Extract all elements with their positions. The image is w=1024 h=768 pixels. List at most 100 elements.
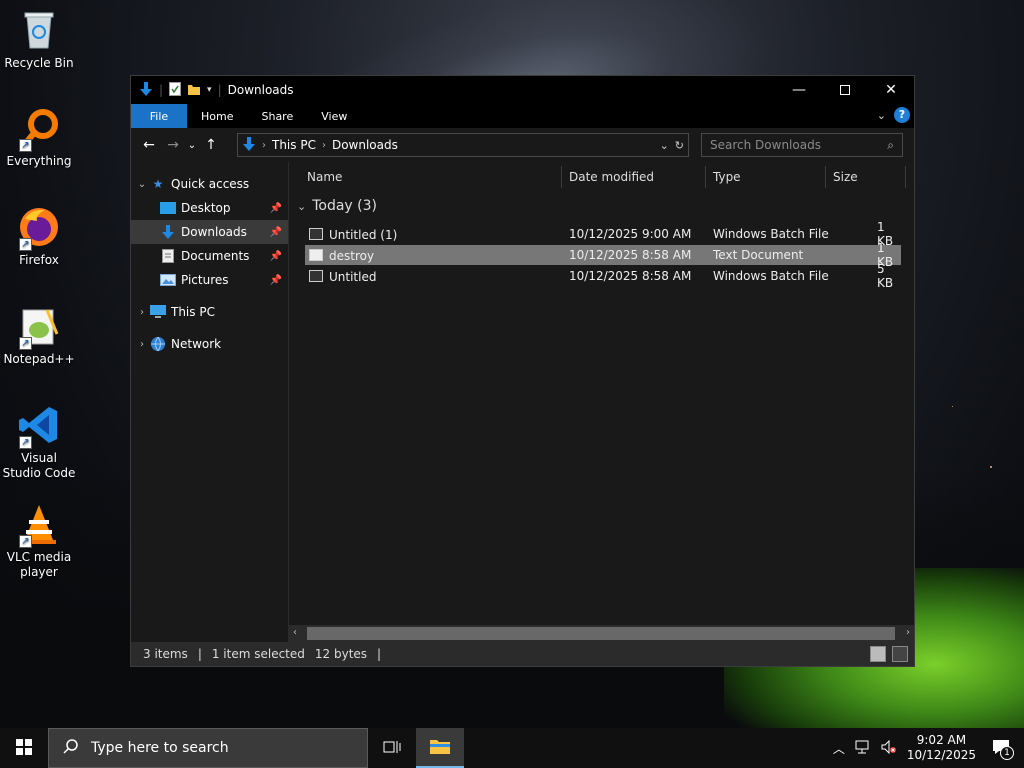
details-view-button[interactable] — [870, 646, 886, 662]
taskbar-file-explorer-button[interactable] — [416, 728, 464, 768]
action-center-button[interactable]: 1 — [986, 728, 1016, 768]
downloads-folder-icon — [159, 224, 177, 240]
recent-locations-button[interactable]: ⌄ — [185, 133, 199, 157]
nav-item-documents[interactable]: Documents 📌 — [131, 244, 288, 268]
shortcut-arrow-icon: ↗ — [19, 436, 32, 449]
scrollbar-thumb[interactable] — [307, 627, 895, 640]
firefox-icon: ↗ — [17, 205, 61, 251]
file-row-selected[interactable]: destroy 10/12/2025 8:58 AM Text Document… — [305, 241, 901, 269]
desktop-icon-notepad-plus-plus[interactable]: ↗ Notepad++ — [2, 304, 76, 367]
nav-this-pc[interactable]: › This PC — [131, 300, 288, 324]
column-type[interactable]: Type — [713, 170, 741, 184]
everything-search-icon: ↗ — [17, 106, 61, 152]
nav-network[interactable]: › Network — [131, 332, 288, 356]
file-row[interactable]: Untitled (1) 10/12/2025 9:00 AM Windows … — [305, 220, 901, 248]
show-hidden-icons-icon[interactable]: ︿ — [833, 740, 845, 757]
horizontal-scrollbar[interactable]: ‹ › — [289, 625, 914, 642]
search-icon: ⌕ — [887, 137, 894, 152]
nav-quick-access[interactable]: ⌄ ★ Quick access — [131, 172, 288, 196]
tab-share[interactable]: Share — [247, 104, 307, 128]
chevron-right-icon[interactable]: › — [135, 339, 149, 350]
notification-count-badge: 1 — [1000, 746, 1014, 760]
search-input[interactable]: Search Downloads — [710, 138, 821, 152]
maximize-button[interactable] — [822, 76, 868, 104]
file-type: Windows Batch File — [713, 269, 829, 283]
breadcrumb-downloads[interactable]: Downloads — [332, 138, 398, 152]
group-header-today[interactable]: ⌄ Today (3) — [297, 198, 377, 214]
nav-label: Network — [171, 337, 222, 351]
shortcut-arrow-icon: ↗ — [19, 337, 32, 350]
pin-icon: 📌 — [269, 202, 282, 214]
task-view-button[interactable] — [368, 728, 416, 768]
minimize-button[interactable]: — — [776, 76, 822, 104]
column-size[interactable]: Size — [833, 170, 858, 184]
desktop-icon-firefox[interactable]: ↗ Firefox — [2, 205, 76, 268]
desktop-icon-label: Visual Studio Code — [2, 451, 76, 480]
file-date: 10/12/2025 8:58 AM — [569, 269, 692, 283]
up-button[interactable]: ↑ — [199, 133, 223, 157]
volume-muted-icon[interactable] — [881, 739, 897, 757]
tab-file[interactable]: File — [131, 104, 187, 128]
wallpaper-star — [952, 406, 953, 407]
file-size: 5 KB — [877, 262, 894, 290]
close-button[interactable]: ✕ — [868, 76, 914, 104]
ribbon-right-controls: ⌄ ? — [877, 107, 910, 123]
taskbar-search-input[interactable]: Type here to search — [91, 740, 229, 756]
breadcrumb-this-pc[interactable]: This PC — [272, 138, 316, 152]
scroll-left-icon[interactable]: ‹ — [293, 627, 297, 638]
network-icon — [149, 336, 167, 352]
shortcut-arrow-icon: ↗ — [19, 139, 32, 152]
nav-item-downloads[interactable]: Downloads 📌 — [131, 220, 288, 244]
customize-toolbar-chevron-icon[interactable]: ▾ — [207, 85, 212, 95]
taskbar-search-box[interactable]: Type here to search — [48, 728, 368, 768]
chevron-right-icon[interactable]: › — [135, 307, 149, 318]
desktop-icon-label: Everything — [6, 154, 72, 168]
tab-view[interactable]: View — [307, 104, 361, 128]
column-date-modified[interactable]: Date modified — [569, 170, 654, 184]
file-row[interactable]: Untitled 10/12/2025 8:58 AM Windows Batc… — [305, 262, 901, 290]
tab-home[interactable]: Home — [187, 104, 247, 128]
taskbar: Type here to search ︿ 9:02 AM 10/12/2025… — [0, 728, 1024, 768]
refresh-icon[interactable]: ↻ — [675, 139, 684, 152]
column-name[interactable]: Name — [307, 170, 342, 184]
scroll-right-icon[interactable]: › — [906, 627, 910, 638]
downloads-location-icon — [242, 136, 256, 155]
desktop-icon-label: Notepad++ — [3, 352, 75, 366]
expand-ribbon-chevron-icon[interactable]: ⌄ — [877, 109, 886, 122]
pin-icon: 📌 — [269, 250, 282, 262]
nav-item-desktop[interactable]: Desktop 📌 — [131, 196, 288, 220]
forward-arrow-icon: → — [167, 137, 179, 153]
nav-item-pictures[interactable]: Pictures 📌 — [131, 268, 288, 292]
desktop-icon-vscode[interactable]: ↗ Visual Studio Code — [2, 403, 76, 481]
network-status-icon[interactable] — [855, 740, 871, 757]
desktop-icon-everything[interactable]: ↗ Everything — [2, 106, 76, 169]
start-button[interactable] — [0, 728, 48, 768]
chevron-down-icon[interactable]: ⌄ — [135, 179, 149, 190]
task-view-icon — [383, 740, 401, 757]
help-icon[interactable]: ? — [894, 107, 910, 123]
large-icons-view-button[interactable] — [892, 646, 908, 662]
system-tray: ︿ 9:02 AM 10/12/2025 1 — [833, 728, 1024, 768]
breadcrumb-separator-icon: › — [321, 139, 326, 151]
properties-check-icon[interactable] — [169, 81, 182, 99]
title-bar[interactable]: | ▾ | Downloads — ✕ — [131, 76, 914, 104]
wallpaper-star — [990, 466, 992, 468]
address-bar[interactable]: › This PC › Downloads ⌄ ↻ — [237, 133, 689, 157]
maximize-icon — [840, 85, 850, 95]
clock[interactable]: 9:02 AM 10/12/2025 — [907, 733, 976, 763]
back-button[interactable]: ← — [137, 133, 161, 157]
new-folder-icon[interactable] — [187, 82, 201, 99]
desktop-icon-label: Firefox — [19, 253, 59, 267]
forward-button[interactable]: → — [161, 133, 185, 157]
view-toggle — [870, 646, 908, 662]
recycle-bin-icon — [17, 8, 61, 52]
navigation-bar: ← → ⌄ ↑ › This PC › Downloads ⌄ ↻ Search… — [131, 128, 914, 162]
chevron-down-icon: ⌄ — [297, 199, 307, 213]
desktop-icon-vlc[interactable]: ↗ VLC media player — [2, 502, 76, 580]
address-dropdown-icon[interactable]: ⌄ — [660, 139, 669, 152]
desktop-icon-recycle-bin[interactable]: Recycle Bin — [2, 8, 76, 71]
search-box[interactable]: Search Downloads ⌕ — [701, 133, 903, 157]
batch-file-icon — [309, 227, 323, 240]
desktop-icon-label: Recycle Bin — [4, 56, 74, 70]
file-type: Text Document — [713, 248, 804, 262]
